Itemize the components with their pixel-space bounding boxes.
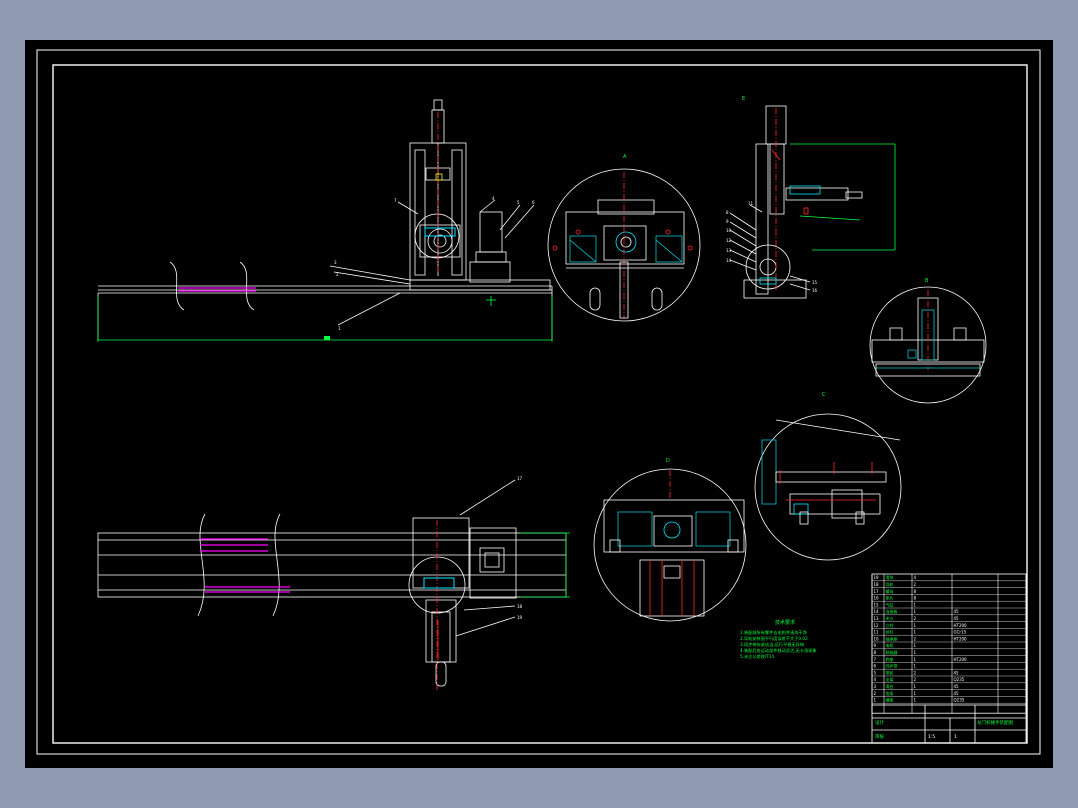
bom-cell: 齿条 xyxy=(886,690,894,696)
bom-cell: 17 xyxy=(874,589,880,594)
bom-cell: 电机 xyxy=(886,642,894,648)
leader-19: 19 xyxy=(517,615,523,620)
notes-line-3: 3.同步带张紧适当,运行平稳无异响 xyxy=(740,641,804,648)
bom-cell: GCr15 xyxy=(954,630,967,635)
bom-cell: 连接板 xyxy=(886,608,898,614)
bom-cell: HT200 xyxy=(954,657,968,662)
bom-cell: 16 xyxy=(874,596,880,601)
bom-cell: 10 xyxy=(874,636,880,641)
bom-cell: 45 xyxy=(954,684,960,689)
bom-cell: 滑块 xyxy=(886,574,894,580)
leader-14: 14 xyxy=(726,258,732,263)
notes-line-4: 4.装配后各运动部件移动灵活,无卡滞现象 xyxy=(740,647,817,654)
mark-a: A xyxy=(623,154,627,160)
leader-11: 11 xyxy=(748,201,754,206)
title-designer: 设计 xyxy=(875,719,884,726)
leader-12: 12 xyxy=(726,238,732,243)
bom-cell: 12 xyxy=(874,623,880,628)
bom-cell: 夹爪 xyxy=(886,615,894,621)
notes-line-5: 5.未注公差按IT14 xyxy=(740,653,774,660)
bom-cell: 45 xyxy=(954,616,960,621)
bom-cell: Q235 xyxy=(954,698,965,703)
leader-17: 17 xyxy=(517,476,523,481)
bom-cell: 带轮 xyxy=(886,669,894,675)
leader-18: 18 xyxy=(517,604,523,609)
mark-e: E xyxy=(742,96,745,102)
bom-cell: HT200 xyxy=(954,623,968,628)
title-scale: 1:5 xyxy=(928,734,935,740)
bom-cell: 支架 xyxy=(886,676,894,682)
bom-cell: 45 xyxy=(954,670,960,675)
drawing-sheet xyxy=(25,40,1053,768)
leader-16: 16 xyxy=(812,288,818,293)
bom-cell: 立柱 xyxy=(886,622,894,628)
bom-cell: 13 xyxy=(874,616,880,621)
bom-cell: 丝杠 xyxy=(886,629,894,635)
title-sheet: 1 xyxy=(954,734,957,740)
leader-15: 15 xyxy=(812,280,818,285)
bom-cell: Q235 xyxy=(954,677,965,682)
bom-cell: 螺母 xyxy=(886,588,894,594)
notes-line-2: 2.导轨安装面平行度误差不大于0.02 xyxy=(740,635,808,642)
leader-10: 10 xyxy=(726,228,732,233)
cad-drawing-canvas: 技术要求 1.装配前所有零件去毛刺并清洗干净 2.导轨安装面平行度误差不大于0.… xyxy=(25,40,1053,768)
mark-b: B xyxy=(925,278,929,284)
bom-cell: 18 xyxy=(874,582,880,587)
bom-cell: 45 xyxy=(954,609,960,614)
mark-c: C xyxy=(822,392,826,398)
bom-cell: 14 xyxy=(874,609,880,614)
bom-cell: 同步带 xyxy=(886,663,898,669)
bom-cell: 底座 xyxy=(886,656,894,662)
leader-13: 13 xyxy=(726,248,732,253)
bom-cell: 11 xyxy=(874,630,880,635)
notes-line-1: 1.装配前所有零件去毛刺并清洗干净 xyxy=(740,629,807,636)
bom-cell: 联轴器 xyxy=(886,649,898,655)
title-drawing-name: 龙门机械手装配图 xyxy=(977,719,1013,726)
bom-cell: 垫片 xyxy=(886,595,894,601)
bom-cell: 横梁 xyxy=(886,697,894,703)
bom-cell: 导轨 xyxy=(886,581,894,587)
notes-title: 技术要求 xyxy=(775,619,795,626)
title-checker: 审核 xyxy=(875,733,884,740)
bom-cell: 轴承座 xyxy=(886,635,898,641)
mark-d: D xyxy=(666,458,670,464)
bom-cell: 45 xyxy=(954,691,960,696)
bom-cell: 15 xyxy=(874,602,880,607)
bom-cell: 气缸 xyxy=(886,601,894,607)
bom-cell: 19 xyxy=(874,575,880,580)
bom-cell: 滑台 xyxy=(886,683,894,689)
bom-cell: HT200 xyxy=(954,636,968,641)
